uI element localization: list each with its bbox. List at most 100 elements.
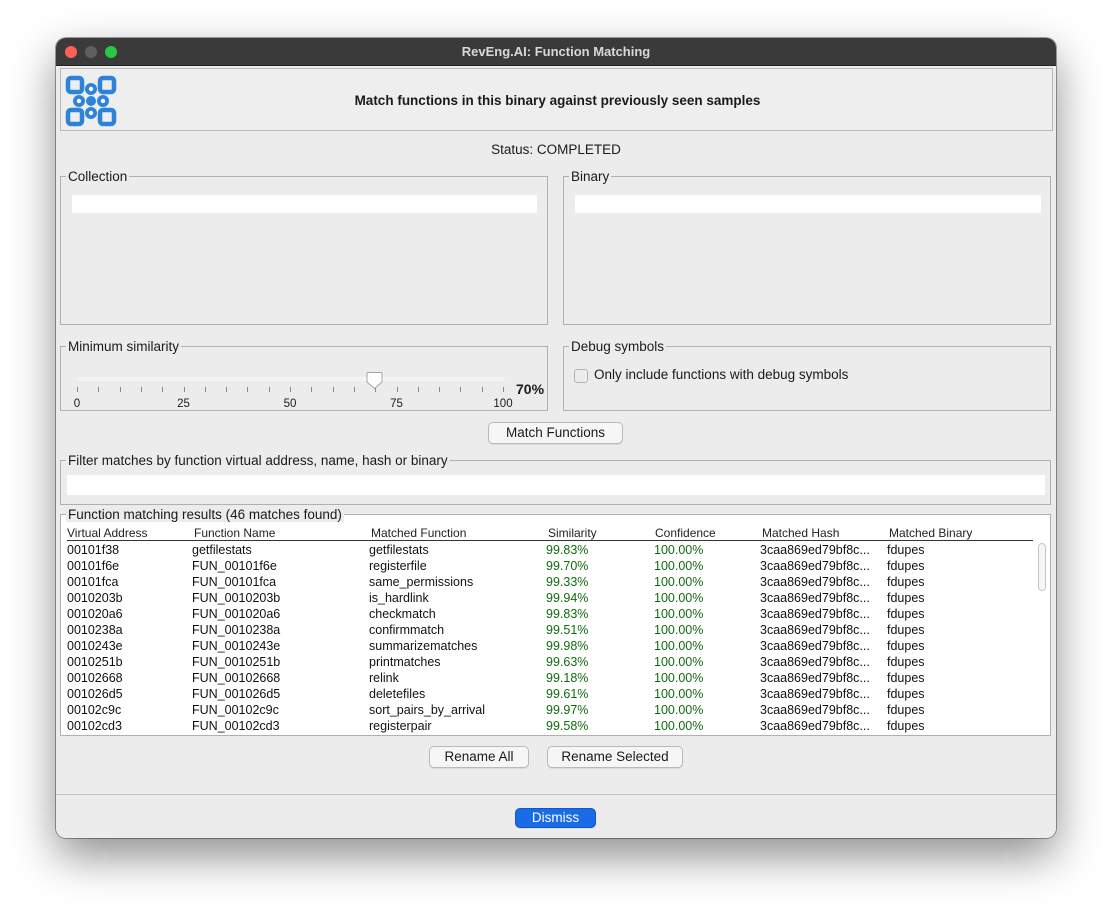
- cell-virtual-address: 00101f6e: [67, 559, 120, 573]
- slider-tick: [439, 387, 441, 392]
- cell-matched-binary: fdupes: [887, 687, 925, 701]
- collection-input[interactable]: [72, 195, 537, 213]
- slider-thumb-icon[interactable]: [366, 371, 383, 390]
- column-header-confidence[interactable]: Confidence: [655, 526, 716, 540]
- similarity-slider-track[interactable]: [77, 377, 505, 381]
- cell-matched-hash: 3caa869ed79bf8c...: [760, 623, 870, 637]
- cell-confidence: 100.00%: [654, 591, 704, 605]
- slider-tick: [226, 387, 228, 392]
- cell-function-name: FUN_001020a6: [192, 607, 281, 621]
- slider-tick: [119, 387, 121, 392]
- dismiss-button[interactable]: Dismiss: [515, 808, 596, 828]
- column-header-matched-function[interactable]: Matched Function: [371, 526, 466, 540]
- header-description: Match functions in this binary against p…: [354, 93, 761, 108]
- function-matching-window: RevEng.AI: Function Matching Match funct…: [56, 38, 1056, 838]
- slider-tick: [311, 387, 313, 392]
- column-header-similarity[interactable]: Similarity: [548, 526, 597, 540]
- filter-input[interactable]: [67, 475, 1045, 495]
- rename-all-button[interactable]: Rename All: [429, 746, 529, 768]
- cell-matched-binary: fdupes: [887, 607, 925, 621]
- cell-matched-binary: fdupes: [887, 671, 925, 685]
- cell-matched-hash: 3caa869ed79bf8c...: [760, 671, 870, 685]
- match-functions-button[interactable]: Match Functions: [488, 422, 623, 444]
- table-row[interactable]: 001020a6 FUN_001020a6 checkmatch 99.83% 100.…: [67, 606, 1033, 622]
- similarity-value-label: 70%: [516, 381, 545, 397]
- window-title: RevEng.AI: Function Matching: [461, 44, 651, 59]
- cell-virtual-address: 00101f38: [67, 543, 120, 557]
- cell-confidence: 100.00%: [654, 687, 704, 701]
- cell-function-name: FUN_00101fca: [192, 575, 277, 589]
- cell-matched-binary: fdupes: [887, 575, 925, 589]
- table-row[interactable]: 0010243e FUN_0010243e summarizematches 99.9…: [67, 638, 1033, 654]
- slider-tick: [290, 387, 291, 392]
- debug-symbols-checkbox[interactable]: [574, 369, 588, 383]
- slider-tick-label: 25: [177, 398, 190, 410]
- cell-virtual-address: 0010238a: [67, 623, 123, 637]
- rename-selected-button[interactable]: Rename Selected: [547, 746, 683, 768]
- cell-function-name: FUN_0010243e: [192, 639, 281, 653]
- cell-virtual-address: 00102c9c: [67, 703, 122, 717]
- collection-group: Collection: [60, 169, 548, 325]
- header-panel: Match functions in this binary against p…: [60, 68, 1053, 131]
- cell-confidence: 100.00%: [654, 559, 704, 573]
- slider-tick: [332, 387, 334, 392]
- slider-tick: [77, 387, 78, 392]
- table-row[interactable]: 0010203b FUN_0010203b is_hardlink 99.94% 100…: [67, 590, 1033, 606]
- table-row[interactable]: 00102c9c FUN_00102c9c sort_pairs_by_arriva…: [67, 702, 1033, 718]
- cell-similarity: 99.83%: [546, 543, 589, 557]
- table-row[interactable]: 001026d5 FUN_001026d5 deletefiles 99.61% 100…: [67, 686, 1033, 702]
- cell-matched-binary: fdupes: [887, 591, 925, 605]
- slider-tick: [140, 387, 142, 392]
- table-row[interactable]: 00102cd3 FUN_00102cd3 registerpair 99.58% 10…: [67, 718, 1033, 734]
- table-header: Virtual Address Function Name Matched Fu…: [67, 525, 1033, 541]
- debug-symbols-title: Debug symbols: [569, 339, 667, 354]
- cell-matched-function: sort_pairs_by_arrival: [369, 703, 486, 717]
- cell-matched-function: getfilestats: [369, 543, 429, 557]
- cell-function-name: FUN_00102c9c: [192, 703, 279, 717]
- slider-tick: [204, 387, 206, 392]
- column-header-virtual-address[interactable]: Virtual Address: [67, 526, 148, 540]
- cell-similarity: 99.18%: [546, 671, 589, 685]
- cell-matched-hash: 3caa869ed79bf8c...: [760, 543, 870, 557]
- cell-confidence: 100.00%: [654, 671, 704, 685]
- column-header-matched-hash[interactable]: Matched Hash: [762, 526, 839, 540]
- cell-matched-hash: 3caa869ed79bf8c...: [760, 687, 870, 701]
- cell-virtual-address: 00101fca: [67, 575, 119, 589]
- slider-tick: [503, 387, 504, 392]
- column-header-function-name[interactable]: Function Name: [194, 526, 275, 540]
- cell-similarity: 99.63%: [546, 655, 589, 669]
- title-bar[interactable]: RevEng.AI: Function Matching: [56, 38, 1056, 66]
- slider-tick: [247, 387, 249, 392]
- cell-similarity: 99.61%: [546, 687, 589, 701]
- cell-function-name: FUN_0010251b: [192, 655, 281, 669]
- column-header-matched-binary[interactable]: Matched Binary: [889, 526, 972, 540]
- cell-confidence: 100.00%: [654, 703, 704, 717]
- cell-confidence: 100.00%: [654, 639, 704, 653]
- cell-similarity: 99.83%: [546, 607, 589, 621]
- table-row[interactable]: 0010238a FUN_0010238a confirmmatch 99.51% 10…: [67, 622, 1033, 638]
- filter-title: Filter matches by function virtual addre…: [66, 453, 450, 468]
- binary-group: Binary: [563, 169, 1051, 325]
- cell-similarity: 99.94%: [546, 591, 589, 605]
- minimum-similarity-group: Minimum similarity 0 25 50 75 100 70%: [60, 339, 548, 411]
- cell-matched-hash: 3caa869ed79bf8c...: [760, 591, 870, 605]
- table-row[interactable]: 00101f6e FUN_00101f6e registerfile 99.70% 10…: [67, 558, 1033, 574]
- slider-tick: [481, 387, 483, 392]
- binary-input[interactable]: [575, 195, 1041, 213]
- slider-tick: [162, 387, 164, 392]
- cell-similarity: 99.98%: [546, 639, 589, 653]
- slider-tick-label: 50: [283, 398, 297, 410]
- cell-function-name: getfilestats: [192, 543, 252, 557]
- cell-matched-function: deletefiles: [369, 687, 426, 701]
- cell-confidence: 100.00%: [654, 719, 704, 733]
- results-scrollbar[interactable]: [1038, 543, 1046, 591]
- slider-tick-label: 100: [493, 398, 513, 410]
- slider-tick: [417, 387, 419, 392]
- cell-function-name: FUN_001026d5: [192, 687, 281, 701]
- cell-matched-hash: 3caa869ed79bf8c...: [760, 607, 870, 621]
- table-row[interactable]: 0010251b FUN_0010251b printmatches 99.63% 10…: [67, 654, 1033, 670]
- debug-symbols-checkbox-label[interactable]: Only include functions with debug symbol…: [594, 367, 848, 382]
- table-row[interactable]: 00102668 FUN_00102668 relink 99.18% 100.00% 3…: [67, 670, 1033, 686]
- table-row[interactable]: 00101fca FUN_00101fca same_permissions 99.3…: [67, 574, 1033, 590]
- table-row[interactable]: 00101f38 getfilestats getfilestats 99.83% 10…: [67, 542, 1033, 558]
